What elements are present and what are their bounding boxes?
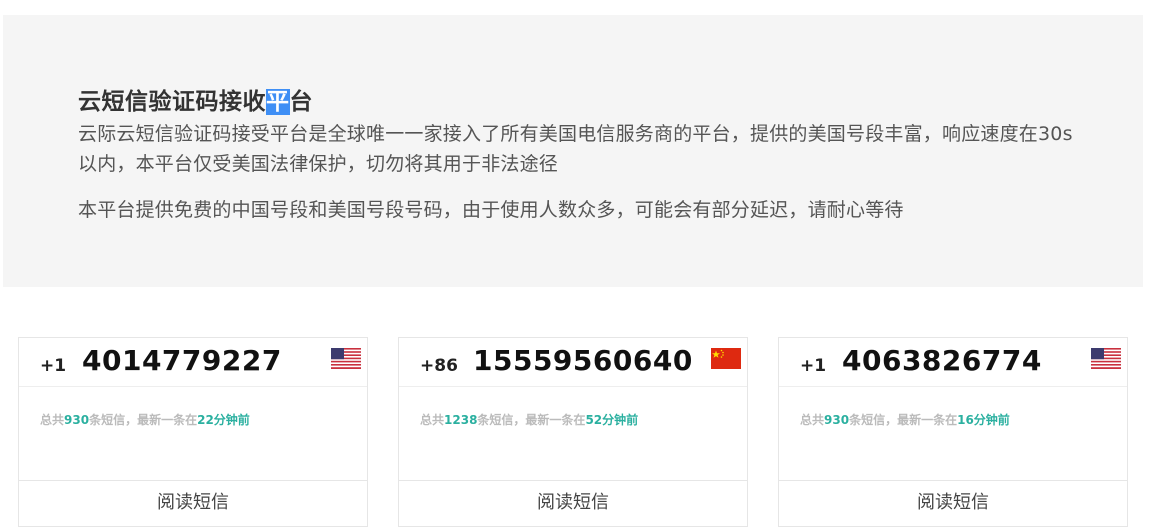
sms-stat: 总共1238条短信，最新一条在52分钟前: [420, 413, 639, 427]
title-prefix: 云短信验证码接收: [78, 89, 266, 115]
last-sms-age: 22分钟前: [197, 413, 250, 427]
card-header: +1 4014779227: [19, 338, 367, 387]
last-sms-age: 52分钟前: [585, 413, 639, 427]
phone-number[interactable]: 4063826774: [842, 344, 1042, 377]
read-sms-button[interactable]: 阅读短信: [19, 480, 367, 526]
intro-paragraph: 云际云短信验证码接受平台是全球唯一一家接入了所有美国电信服务商的平台，提供的美国…: [78, 123, 1073, 175]
title-suffix: 台: [289, 89, 313, 115]
phone-card: +1 4014779227 总共930条短信，最新一条在22分钟前 阅读短信: [18, 337, 368, 527]
title-selected-text: 平: [266, 89, 290, 115]
sms-count: 930: [824, 413, 850, 427]
country-code: +1: [800, 356, 827, 376]
sms-stat: 总共930条短信，最新一条在16分钟前: [800, 413, 1010, 427]
page-title: 云短信验证码接收平台: [78, 82, 313, 116]
last-sms-age: 16分钟前: [957, 413, 1010, 427]
hero-banner: 云短信验证码接收平台 云际云短信验证码接受平台是全球唯一一家接入了所有美国电信服…: [3, 15, 1143, 287]
sms-count: 1238: [444, 413, 478, 427]
card-header: +1 4063826774: [779, 338, 1127, 387]
phone-number[interactable]: 15559560640: [473, 344, 693, 377]
us-flag-icon: [1091, 348, 1121, 369]
sms-stat: 总共930条短信，最新一条在22分钟前: [40, 413, 250, 427]
read-sms-button[interactable]: 阅读短信: [779, 480, 1127, 526]
us-flag-icon: [331, 348, 361, 369]
card-header: +86 15559560640: [399, 338, 747, 387]
cn-flag-icon: [711, 348, 741, 369]
country-code: +86: [420, 356, 458, 376]
phone-card: +86 15559560640 总共1238条短信，最新一条在52分钟前 阅读短…: [398, 337, 748, 527]
notice-paragraph: 本平台提供免费的中国号段和美国号段号码，由于使用人数众多，可能会有部分延迟，请耐…: [78, 199, 904, 221]
phone-number[interactable]: 4014779227: [82, 344, 282, 377]
sms-count: 930: [64, 413, 90, 427]
read-sms-button[interactable]: 阅读短信: [399, 480, 747, 526]
phone-card: +1 4063826774 总共930条短信，最新一条在16分钟前 阅读短信: [778, 337, 1128, 527]
country-code: +1: [40, 356, 67, 376]
